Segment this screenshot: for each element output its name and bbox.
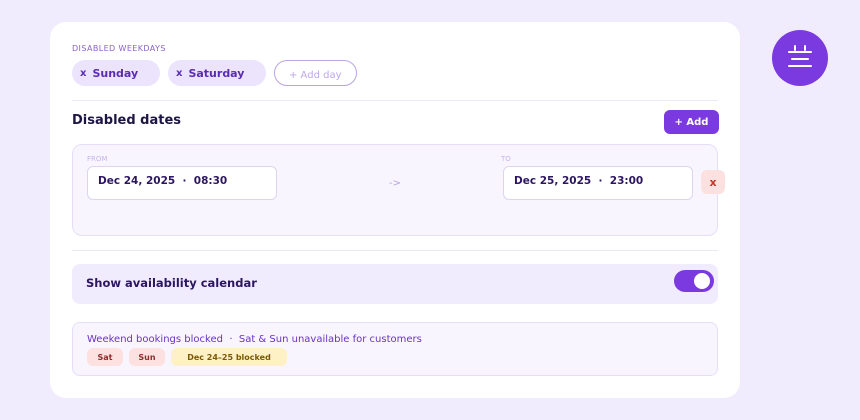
to-label: TO bbox=[501, 155, 511, 163]
remove-range-button[interactable]: x bbox=[701, 170, 725, 194]
from-label: FROM bbox=[87, 155, 108, 163]
weekday-chip-label: Sunday bbox=[92, 66, 139, 80]
status-badge-blocked-dates: Dec 24–25 blocked bbox=[171, 348, 287, 366]
status-badge-sun: Sun bbox=[129, 348, 165, 366]
calendar-menu-icon bbox=[788, 45, 812, 67]
calendar-menu-button[interactable] bbox=[772, 30, 828, 86]
divider bbox=[72, 250, 718, 251]
weekday-chip-saturday[interactable]: x Saturday bbox=[168, 60, 266, 86]
summary-box: Weekend bookings blocked · Sat & Sun una… bbox=[72, 322, 718, 376]
status-badge-sat: Sat bbox=[87, 348, 123, 366]
availability-toggle-switch[interactable] bbox=[674, 270, 714, 292]
close-icon[interactable]: x bbox=[176, 68, 182, 79]
booking-settings-card: DISABLED WEEKDAYS x Sunday x Saturday + … bbox=[50, 22, 740, 398]
divider bbox=[72, 100, 718, 101]
range-arrow: -> bbox=[389, 178, 401, 189]
from-date-field[interactable]: Dec 24, 2025 · 08:30 bbox=[87, 166, 277, 200]
availability-toggle-row: Show availability calendar bbox=[72, 264, 718, 304]
summary-text: Weekend bookings blocked · Sat & Sun una… bbox=[87, 334, 422, 345]
add-day-button[interactable]: + Add day bbox=[274, 60, 357, 86]
disabled-dates-title: Disabled dates bbox=[72, 113, 182, 128]
date-range-row: FROM Dec 24, 2025 · 08:30 -> TO Dec 25, … bbox=[72, 144, 725, 236]
weekday-chip-label: Saturday bbox=[188, 66, 245, 80]
availability-toggle-label: Show availability calendar bbox=[86, 276, 257, 290]
to-date-field[interactable]: Dec 25, 2025 · 23:00 bbox=[503, 166, 693, 200]
toggle-knob bbox=[694, 273, 710, 289]
disabled-weekdays-label: DISABLED WEEKDAYS bbox=[72, 44, 166, 53]
weekday-chip-sunday[interactable]: x Sunday bbox=[72, 60, 160, 86]
add-date-button[interactable]: + Add bbox=[664, 110, 719, 134]
close-icon[interactable]: x bbox=[80, 68, 86, 79]
